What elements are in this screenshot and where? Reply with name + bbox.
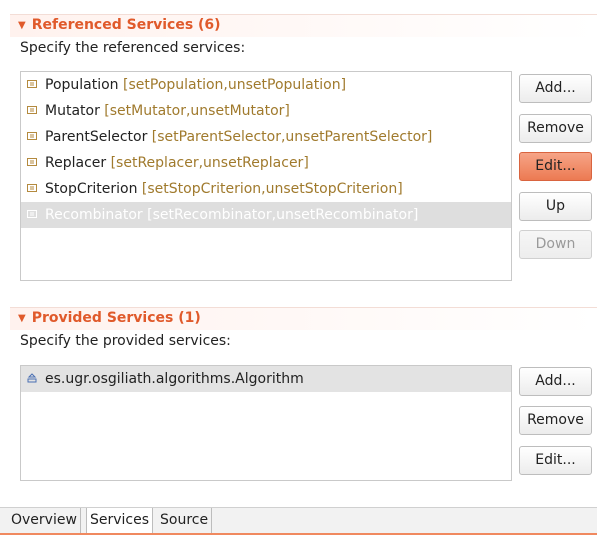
editor-tab-bar: Overview Services Source	[0, 507, 597, 535]
list-item-selected[interactable]: Recombinator [setRecombinator,unsetRecom…	[21, 202, 511, 228]
service-methods: [setReplacer,unsetReplacer]	[110, 155, 309, 171]
list-item[interactable]: es.ugr.osgiliath.algorithms.Algorithm	[21, 366, 511, 392]
referenced-services-list[interactable]: Population [setPopulation,unsetPopulatio…	[20, 71, 512, 281]
expand-arrow-icon[interactable]: ▼	[18, 20, 26, 31]
remove-provided-button[interactable]: Remove	[519, 406, 592, 435]
service-name: Recombinator	[45, 207, 143, 223]
service-name: Mutator	[45, 103, 100, 119]
provided-service-icon	[27, 373, 37, 383]
down-button[interactable]: Down	[519, 230, 592, 259]
referenced-service-icon	[27, 184, 37, 192]
service-methods: [setStopCriterion,unsetStopCriterion]	[141, 181, 403, 197]
referenced-service-icon	[27, 132, 37, 140]
service-methods: [setPopulation,unsetPopulation]	[123, 77, 347, 93]
tab-source[interactable]: Source	[157, 508, 213, 533]
provided-services-description: Specify the provided services:	[20, 333, 231, 349]
provided-services-title-text: Provided Services (1)	[31, 310, 201, 326]
referenced-service-icon	[27, 106, 37, 114]
service-methods: [setMutator,unsetMutator]	[104, 103, 290, 119]
referenced-services-header[interactable]: ▼ Referenced Services (6)	[10, 14, 597, 37]
referenced-service-icon	[27, 158, 37, 166]
service-name: Replacer	[45, 155, 107, 171]
add-provided-button[interactable]: Add...	[519, 367, 592, 396]
referenced-services-title-text: Referenced Services (6)	[31, 17, 221, 33]
list-item[interactable]: Replacer [setReplacer,unsetReplacer]	[21, 150, 511, 176]
provided-services-list[interactable]: es.ugr.osgiliath.algorithms.Algorithm	[20, 365, 512, 481]
referenced-service-icon	[27, 80, 37, 88]
service-methods: [setRecombinator,unsetRecombinator]	[147, 207, 419, 223]
expand-arrow-icon[interactable]: ▼	[18, 313, 26, 324]
provided-services-title[interactable]: ▼ Provided Services (1)	[18, 310, 201, 326]
add-referenced-button[interactable]: Add...	[519, 74, 592, 103]
referenced-service-icon	[27, 210, 37, 218]
provided-services-header[interactable]: ▼ Provided Services (1)	[10, 307, 597, 330]
list-item[interactable]: Population [setPopulation,unsetPopulatio…	[21, 72, 511, 98]
referenced-services-title[interactable]: ▼ Referenced Services (6)	[18, 17, 221, 33]
service-name: ParentSelector	[45, 129, 148, 145]
list-item[interactable]: StopCriterion [setStopCriterion,unsetSto…	[21, 176, 511, 202]
remove-referenced-button[interactable]: Remove	[519, 114, 592, 143]
service-methods: [setParentSelector,unsetParentSelector]	[151, 129, 433, 145]
list-item[interactable]: ParentSelector [setParentSelector,unsetP…	[21, 124, 511, 150]
service-name: Population	[45, 77, 119, 93]
list-item[interactable]: Mutator [setMutator,unsetMutator]	[21, 98, 511, 124]
tab-services[interactable]: Services	[86, 508, 154, 533]
up-button[interactable]: Up	[519, 192, 592, 221]
referenced-services-description: Specify the referenced services:	[20, 40, 246, 56]
edit-referenced-button[interactable]: Edit...	[519, 152, 592, 181]
service-name: es.ugr.osgiliath.algorithms.Algorithm	[45, 371, 304, 387]
service-name: StopCriterion	[45, 181, 138, 197]
edit-provided-button[interactable]: Edit...	[519, 446, 592, 475]
tab-overview[interactable]: Overview	[8, 508, 81, 533]
